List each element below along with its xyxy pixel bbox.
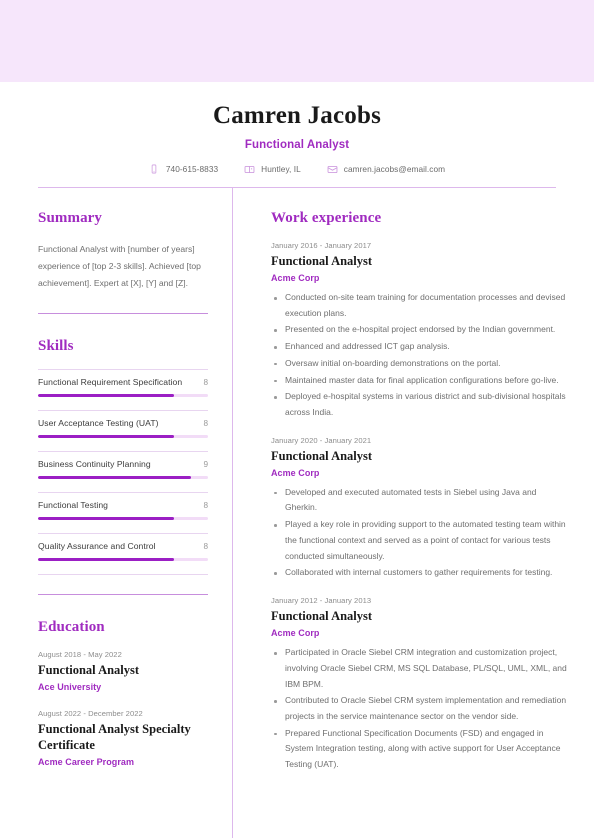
skill-item: Business Continuity Planning 9 bbox=[38, 450, 208, 479]
resume-header: Camren Jacobs Functional Analyst 740-615… bbox=[0, 82, 594, 175]
work-experience-heading: Work experience bbox=[271, 210, 382, 226]
contact-location-value: Huntley, IL bbox=[261, 164, 301, 174]
summary-text: Functional Analyst with [number of years… bbox=[38, 244, 201, 289]
skill-score: 9 bbox=[203, 459, 208, 469]
work-experience-entry: January 2020 - January 2021 Functional An… bbox=[271, 436, 570, 581]
job-bullet: Conducted on-site team training for docu… bbox=[271, 290, 570, 321]
skill-score: 8 bbox=[203, 377, 208, 387]
skill-item: Functional Requirement Specification 8 bbox=[38, 368, 208, 397]
location-icon bbox=[244, 164, 255, 175]
job-bullet: Contributed to Oracle Siebel CRM system … bbox=[271, 693, 570, 724]
skill-bar-track bbox=[38, 393, 208, 397]
job-bullet: Oversaw initial on-boarding demonstratio… bbox=[271, 356, 570, 372]
skills-bottom-rule bbox=[38, 573, 208, 575]
skill-name: User Acceptance Testing (UAT) bbox=[38, 417, 159, 428]
skill-item: Quality Assurance and Control 8 bbox=[38, 532, 208, 561]
phone-icon bbox=[149, 164, 160, 175]
skills-divider bbox=[38, 593, 208, 595]
skill-name: Functional Requirement Specification bbox=[38, 376, 183, 387]
contact-phone[interactable]: 740-615-8833 bbox=[149, 164, 218, 175]
education-entry: August 2018 - May 2022 Functional Analyst… bbox=[38, 650, 208, 692]
skill-name: Quality Assurance and Control bbox=[38, 540, 156, 551]
education-date: August 2022 - December 2022 bbox=[38, 708, 143, 718]
contact-phone-value: 740-615-8833 bbox=[165, 164, 219, 174]
job-bullet: Prepared Functional Specification Docume… bbox=[271, 726, 570, 773]
resume-page: Camren Jacobs Functional Analyst 740-615… bbox=[0, 0, 594, 838]
skill-bar-track bbox=[38, 557, 208, 561]
job-title: Functional Analyst bbox=[271, 254, 373, 268]
job-bullet-list: Conducted on-site team training for docu… bbox=[271, 290, 570, 421]
job-bullet: Collaborated with internal customers to … bbox=[271, 565, 570, 581]
job-title: Functional Analyst bbox=[271, 609, 373, 624]
skill-bar-fill bbox=[38, 434, 174, 438]
work-experience-entry: January 2016 - January 2017 Functional An… bbox=[271, 241, 570, 421]
skill-bar-track bbox=[38, 475, 208, 479]
skill-bar-track bbox=[38, 516, 208, 520]
contact-email[interactable]: camren.jacobs@email.com bbox=[327, 164, 445, 175]
skill-name: Functional Testing bbox=[38, 499, 109, 510]
candidate-name: Camren Jacobs bbox=[212, 102, 382, 129]
job-date: January 2016 - January 2017 bbox=[271, 241, 372, 250]
job-org[interactable]: Acme Corp bbox=[271, 628, 570, 638]
skill-item: Functional Testing 8 bbox=[38, 491, 208, 520]
skills-heading: Skills bbox=[38, 337, 74, 354]
job-bullet: Presented on the e-hospital project endo… bbox=[271, 322, 570, 338]
education-org[interactable]: Acme Career Program bbox=[38, 757, 208, 767]
top-banner bbox=[0, 0, 594, 82]
skill-score: 8 bbox=[203, 418, 208, 428]
job-bullet: Deployed e-hospital systems in various d… bbox=[271, 389, 570, 420]
job-date: January 2020 - January 2021 bbox=[271, 435, 372, 445]
job-bullet: Maintained master data for final applica… bbox=[271, 373, 570, 389]
skill-item: User Acceptance Testing (UAT) 8 bbox=[38, 409, 208, 438]
skill-bar-track bbox=[38, 434, 208, 438]
education-heading: Education bbox=[38, 618, 105, 635]
content-columns: Summary Functional Analyst with [number … bbox=[0, 188, 594, 838]
skill-bar-fill bbox=[38, 557, 174, 561]
education-date: August 2018 - May 2022 bbox=[38, 649, 122, 659]
skill-score: 8 bbox=[203, 500, 208, 510]
email-icon bbox=[327, 164, 338, 175]
job-bullet: Enhanced and addressed ICT gap analysis. bbox=[271, 339, 570, 355]
skill-bar-fill bbox=[38, 475, 191, 479]
job-org[interactable]: Acme Corp bbox=[271, 273, 570, 283]
education-list: August 2018 - May 2022 Functional Analyst… bbox=[38, 650, 208, 767]
skill-bar-fill bbox=[38, 393, 174, 397]
job-date: January 2012 - January 2013 bbox=[271, 596, 372, 606]
job-bullet: Developed and executed automated tests i… bbox=[271, 485, 570, 516]
education-org[interactable]: Ace University bbox=[38, 682, 208, 692]
job-bullet-list: Developed and executed automated tests i… bbox=[271, 485, 570, 581]
skill-bar-fill bbox=[38, 516, 174, 520]
candidate-title: Functional Analyst bbox=[244, 138, 350, 151]
job-bullet: Played a key role in providing support t… bbox=[271, 517, 570, 564]
skill-name: Business Continuity Planning bbox=[38, 458, 151, 469]
contact-location[interactable]: Huntley, IL bbox=[244, 164, 301, 175]
work-experience-entry: January 2012 - January 2013 Functional An… bbox=[271, 596, 570, 773]
summary-divider bbox=[38, 312, 208, 314]
job-bullet: Participated in Oracle Siebel CRM integr… bbox=[271, 645, 570, 692]
work-experience-list: January 2016 - January 2017 Functional An… bbox=[271, 241, 570, 773]
job-bullet-list: Participated in Oracle Siebel CRM integr… bbox=[271, 645, 570, 773]
contact-row: 740-615-8833 Huntley, IL camren.jacobs@e… bbox=[38, 164, 556, 175]
education-title: Functional Analyst Specialty Certificate bbox=[38, 721, 191, 752]
skill-score: 8 bbox=[203, 541, 208, 551]
job-org[interactable]: Acme Corp bbox=[271, 468, 570, 478]
job-title: Functional Analyst bbox=[271, 448, 373, 463]
contact-email-value: camren.jacobs@email.com bbox=[343, 164, 446, 174]
education-title: Functional Analyst bbox=[38, 662, 140, 677]
skills-list: Functional Requirement Specification 8 Use… bbox=[38, 368, 208, 561]
summary-heading: Summary bbox=[38, 210, 103, 226]
left-column: Summary Functional Analyst with [number … bbox=[0, 188, 232, 838]
education-entry: August 2022 - December 2022 Functional An… bbox=[38, 709, 208, 767]
right-column: Work experience January 2016 - January 2… bbox=[232, 188, 594, 838]
